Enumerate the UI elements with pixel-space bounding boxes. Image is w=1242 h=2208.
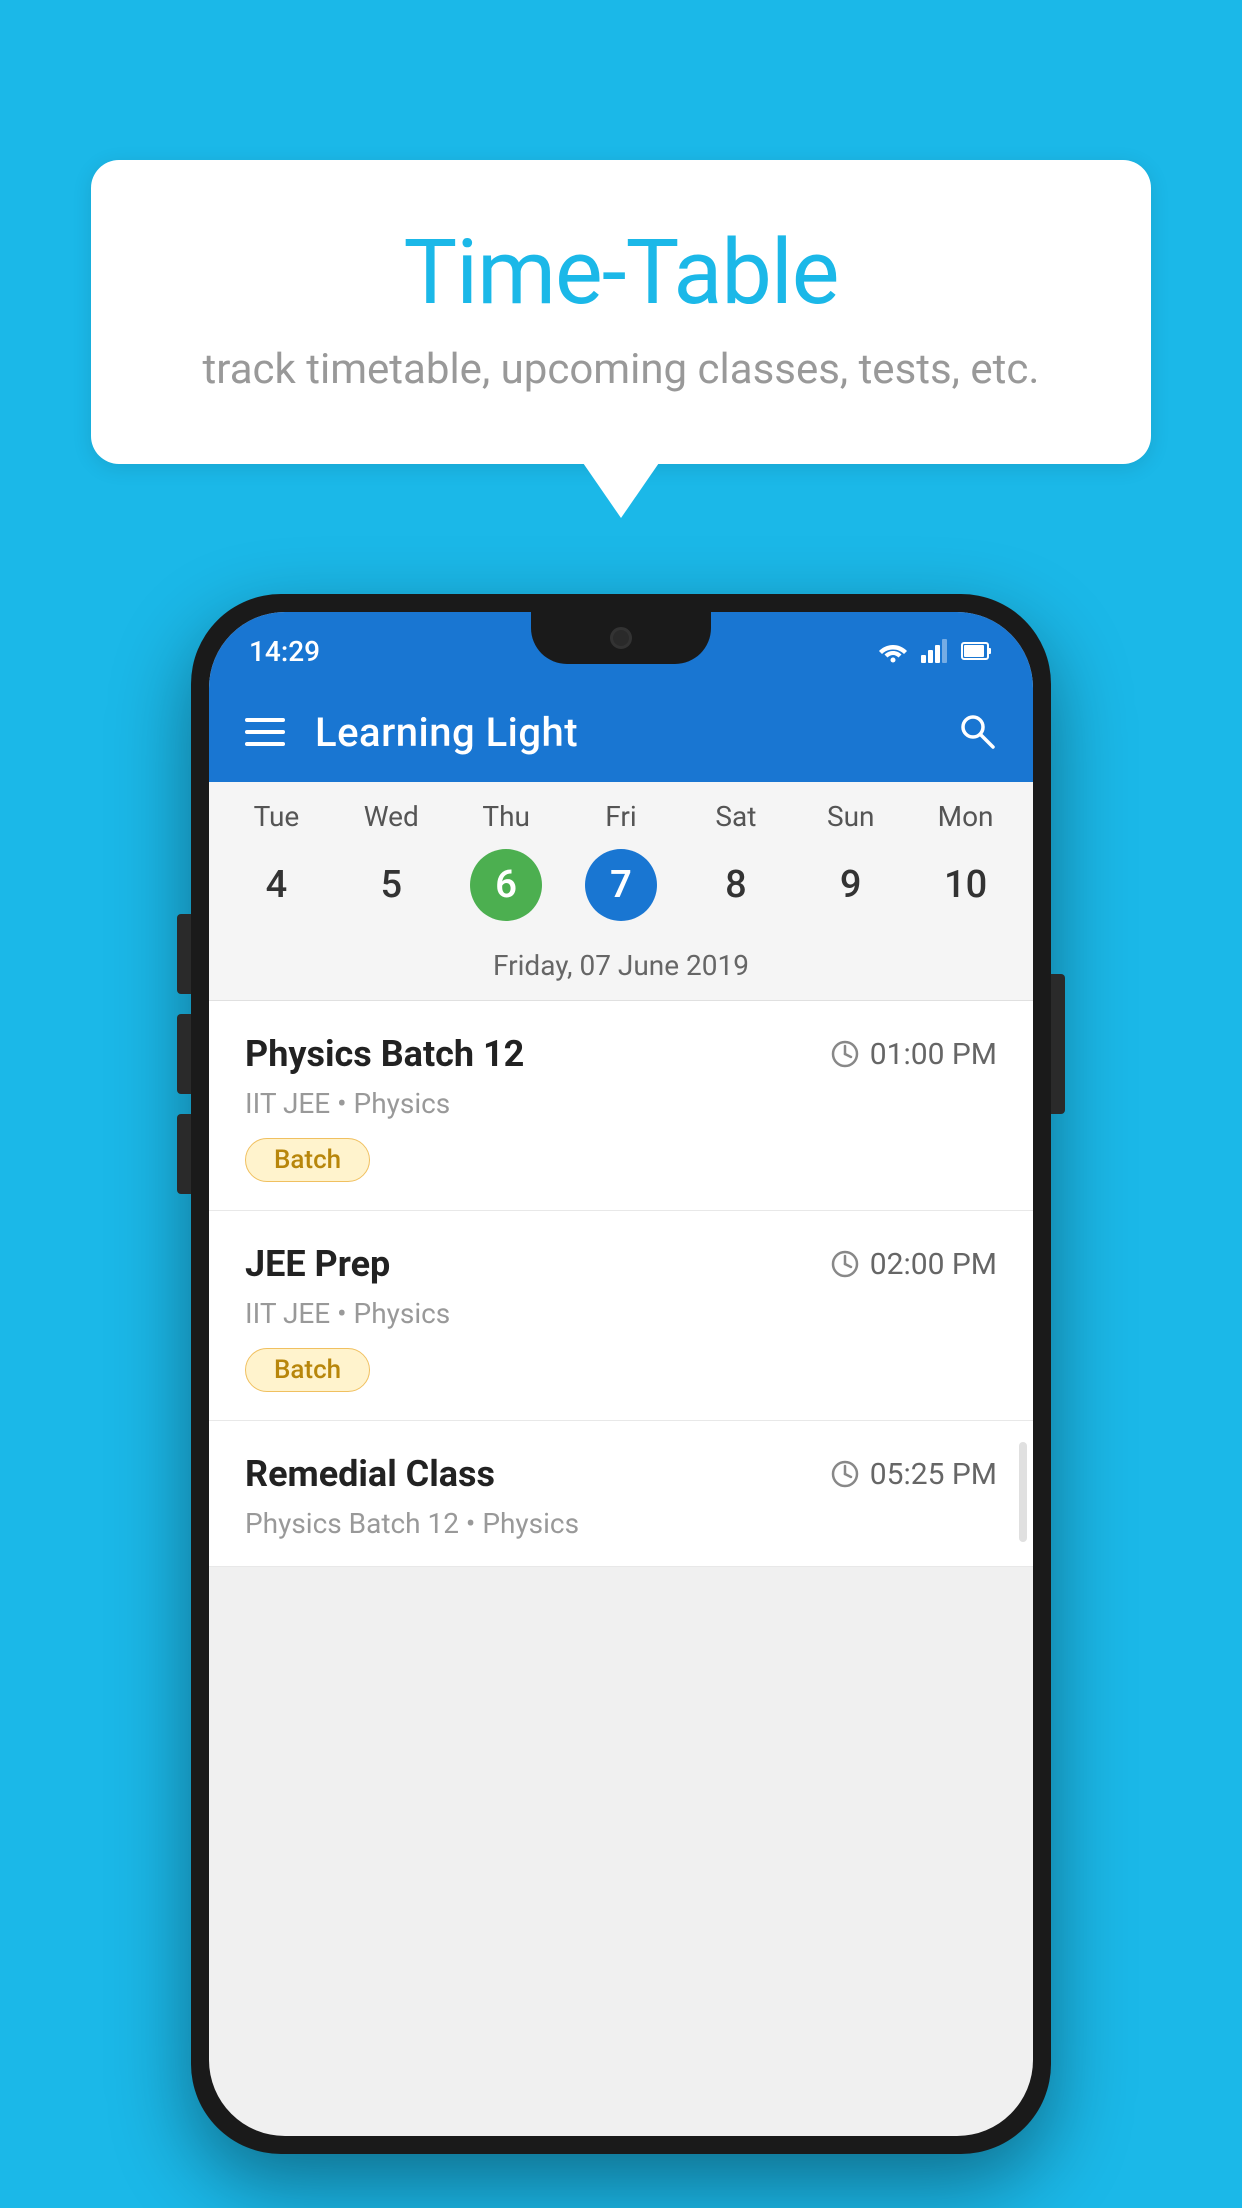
date-5[interactable]: 5 — [334, 849, 449, 921]
phone-notch — [531, 612, 711, 664]
day-tue: Tue — [219, 800, 334, 833]
calendar-section: Tue Wed Thu Fri Sat Sun Mon 4 5 6 7 — [209, 782, 1033, 1001]
calendar-dates-row: 4 5 6 7 8 9 10 — [209, 841, 1033, 939]
schedule-item-3-time: 05:25 PM — [830, 1457, 997, 1492]
date-7[interactable]: 7 — [564, 849, 679, 921]
batch-badge-1: Batch — [245, 1138, 370, 1182]
batch-badge-2: Batch — [245, 1348, 370, 1392]
bubble-title: Time-Table — [171, 220, 1071, 325]
schedule-item-3-title: Remedial Class — [245, 1453, 495, 1495]
date-4[interactable]: 4 — [219, 849, 334, 921]
scroll-indicator — [1019, 1442, 1027, 1542]
wifi-icon — [877, 639, 909, 663]
app-title: Learning Light — [315, 709, 925, 756]
front-camera — [610, 627, 632, 649]
phone-screen: 14:29 — [209, 612, 1033, 2136]
day-sat: Sat — [678, 800, 793, 833]
phone-frame: 14:29 — [191, 594, 1051, 2154]
schedule-item-1-subtitle: IIT JEE • Physics — [245, 1087, 997, 1120]
clock-icon-2 — [830, 1249, 860, 1279]
schedule-item-3-time-text: 05:25 PM — [870, 1457, 997, 1492]
schedule-list: Physics Batch 12 01:00 PM IIT JEE • Phys… — [209, 1001, 1033, 1567]
day-wed: Wed — [334, 800, 449, 833]
date-circle-today[interactable]: 6 — [470, 849, 542, 921]
schedule-item-2[interactable]: JEE Prep 02:00 PM IIT JEE • Physics Batc… — [209, 1211, 1033, 1421]
date-8[interactable]: 8 — [678, 849, 793, 921]
date-circle-selected[interactable]: 7 — [585, 849, 657, 921]
app-bar: Learning Light — [209, 682, 1033, 782]
date-6[interactable]: 6 — [449, 849, 564, 921]
schedule-item-2-header: JEE Prep 02:00 PM — [245, 1243, 997, 1285]
schedule-item-3[interactable]: Remedial Class 05:25 PM Physics Batch 12… — [209, 1421, 1033, 1567]
day-fri: Fri — [564, 800, 679, 833]
schedule-item-2-title: JEE Prep — [245, 1243, 390, 1285]
status-time: 14:29 — [249, 635, 320, 668]
day-mon: Mon — [908, 800, 1023, 833]
phone-mockup: 14:29 — [191, 594, 1051, 2154]
schedule-item-2-subtitle: IIT JEE • Physics — [245, 1297, 997, 1330]
date-9[interactable]: 9 — [793, 849, 908, 921]
battery-icon — [961, 639, 993, 663]
schedule-item-1-header: Physics Batch 12 01:00 PM — [245, 1033, 997, 1075]
day-thu: Thu — [449, 800, 564, 833]
search-icon[interactable] — [955, 709, 997, 755]
status-icons — [877, 639, 993, 663]
date-10[interactable]: 10 — [908, 849, 1023, 921]
day-sun: Sun — [793, 800, 908, 833]
schedule-item-2-time: 02:00 PM — [830, 1247, 997, 1282]
schedule-item-2-time-text: 02:00 PM — [870, 1247, 997, 1282]
schedule-item-3-header: Remedial Class 05:25 PM — [245, 1453, 997, 1495]
clock-icon-1 — [830, 1039, 860, 1069]
clock-icon-3 — [830, 1459, 860, 1489]
schedule-item-1[interactable]: Physics Batch 12 01:00 PM IIT JEE • Phys… — [209, 1001, 1033, 1211]
speech-bubble: Time-Table track timetable, upcoming cla… — [91, 160, 1151, 464]
schedule-item-1-time-text: 01:00 PM — [870, 1037, 997, 1072]
schedule-item-1-time: 01:00 PM — [830, 1037, 997, 1072]
calendar-days-header: Tue Wed Thu Fri Sat Sun Mon — [209, 782, 1033, 841]
menu-icon[interactable] — [245, 718, 285, 746]
selected-date-label: Friday, 07 June 2019 — [209, 939, 1033, 1001]
schedule-item-1-title: Physics Batch 12 — [245, 1033, 524, 1075]
signal-icon — [921, 639, 949, 663]
bubble-subtitle: track timetable, upcoming classes, tests… — [171, 345, 1071, 394]
schedule-item-3-subtitle: Physics Batch 12 • Physics — [245, 1507, 997, 1540]
